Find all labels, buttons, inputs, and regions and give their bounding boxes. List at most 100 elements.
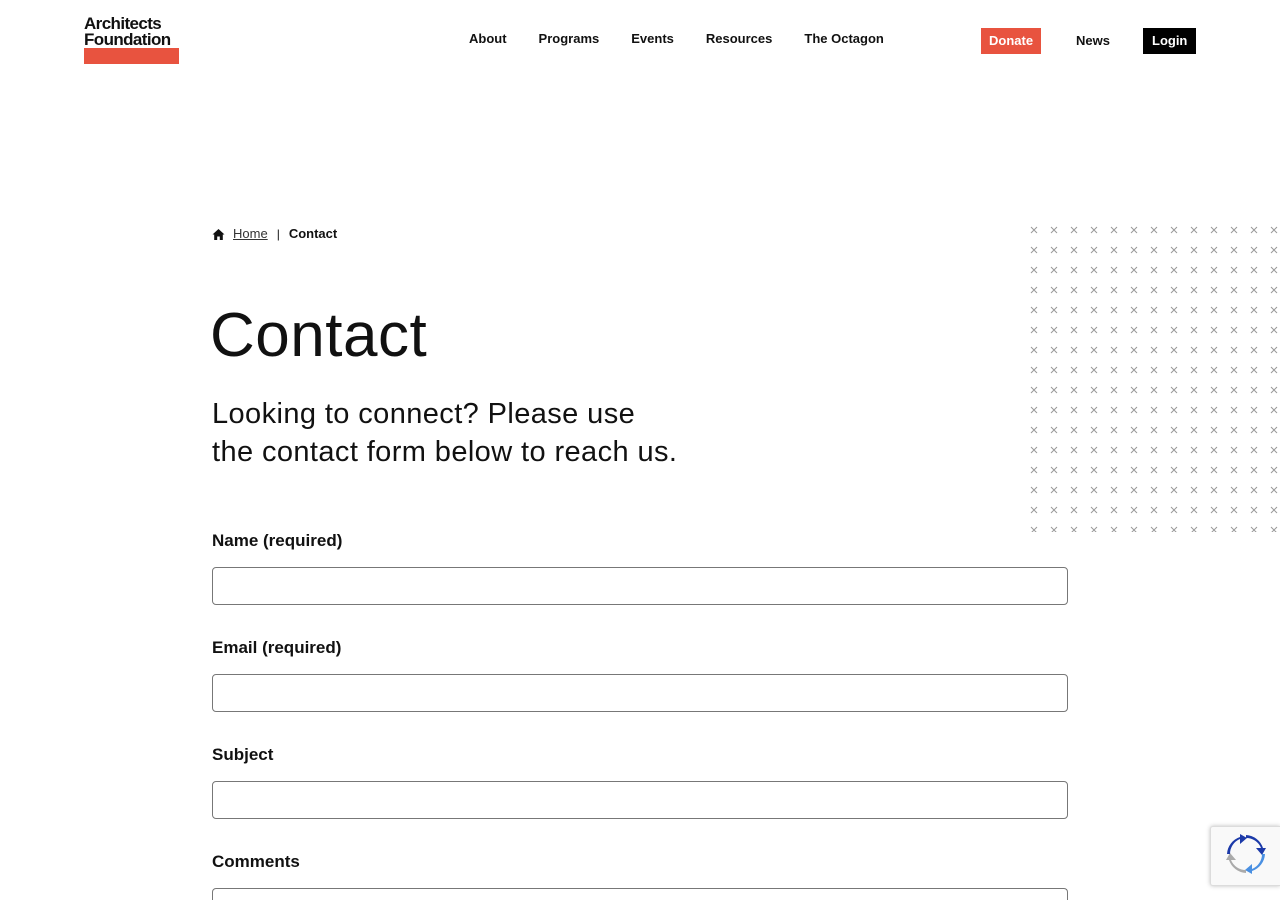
pattern-cross — [1050, 486, 1058, 494]
pattern-cross — [1090, 486, 1098, 494]
pattern-cross — [1090, 366, 1098, 374]
pattern-cross — [1090, 526, 1098, 532]
pattern-cross — [1190, 466, 1198, 474]
pattern-cross — [1050, 366, 1058, 374]
recaptcha-badge[interactable] — [1210, 826, 1280, 886]
pattern-cross — [1250, 346, 1258, 354]
pattern-cross — [1250, 506, 1258, 514]
pattern-cross — [1050, 346, 1058, 354]
name-label: Name (required) — [212, 531, 343, 550]
pattern-cross — [1190, 246, 1198, 254]
pattern-cross — [1230, 406, 1238, 414]
pattern-cross — [1270, 306, 1278, 314]
intro-line-2: the contact form below to reach us. — [212, 436, 678, 468]
pattern-cross — [1270, 446, 1278, 454]
pattern-cross — [1190, 286, 1198, 294]
main-nav: About Programs Events Resources The Octa… — [469, 31, 884, 47]
nav-about[interactable]: About — [469, 31, 507, 47]
pattern-cross — [1130, 386, 1138, 394]
pattern-cross — [1030, 486, 1038, 494]
pattern-cross — [1210, 526, 1218, 532]
pattern-cross — [1070, 266, 1078, 274]
pattern-cross — [1130, 346, 1138, 354]
pattern-cross — [1190, 226, 1198, 234]
pattern-cross — [1250, 386, 1258, 394]
pattern-cross — [1110, 286, 1118, 294]
pattern-cross — [1030, 446, 1038, 454]
pattern-cross — [1090, 446, 1098, 454]
email-input[interactable] — [212, 674, 1068, 712]
site-logo[interactable]: Architects Foundation — [84, 15, 179, 64]
pattern-cross — [1250, 306, 1258, 314]
name-input[interactable] — [212, 567, 1068, 605]
pattern-cross — [1270, 466, 1278, 474]
pattern-cross — [1050, 406, 1058, 414]
pattern-cross — [1110, 426, 1118, 434]
nav-the-octagon[interactable]: The Octagon — [804, 31, 883, 47]
breadcrumb-home-link[interactable]: Home — [233, 225, 268, 243]
pattern-cross — [1070, 386, 1078, 394]
pattern-cross — [1270, 406, 1278, 414]
pattern-cross — [1110, 306, 1118, 314]
pattern-cross — [1230, 506, 1238, 514]
pattern-cross — [1250, 466, 1258, 474]
nav-events[interactable]: Events — [631, 31, 674, 47]
pattern-cross — [1090, 346, 1098, 354]
pattern-cross — [1090, 386, 1098, 394]
pattern-cross — [1230, 346, 1238, 354]
pattern-cross — [1270, 286, 1278, 294]
pattern-cross — [1110, 346, 1118, 354]
pattern-cross — [1030, 406, 1038, 414]
pattern-cross — [1270, 326, 1278, 334]
pattern-cross — [1170, 326, 1178, 334]
pattern-cross — [1070, 446, 1078, 454]
home-icon[interactable] — [212, 228, 225, 241]
pattern-cross — [1070, 526, 1078, 532]
pattern-cross — [1270, 366, 1278, 374]
pattern-cross — [1190, 446, 1198, 454]
pattern-cross — [1230, 326, 1238, 334]
pattern-cross — [1110, 386, 1118, 394]
pattern-cross — [1170, 526, 1178, 532]
news-link[interactable]: News — [1076, 33, 1110, 49]
pattern-cross — [1230, 466, 1238, 474]
pattern-cross — [1050, 426, 1058, 434]
pattern-cross — [1250, 226, 1258, 234]
pattern-cross — [1230, 526, 1238, 532]
pattern-cross — [1070, 486, 1078, 494]
pattern-cross — [1270, 226, 1278, 234]
pattern-cross — [1110, 266, 1118, 274]
intro-text: Looking to connect? Please use the conta… — [212, 395, 772, 471]
pattern-cross — [1210, 506, 1218, 514]
pattern-cross — [1110, 326, 1118, 334]
pattern-cross — [1110, 446, 1118, 454]
subject-input[interactable] — [212, 781, 1068, 819]
pattern-cross — [1090, 226, 1098, 234]
pattern-cross — [1130, 306, 1138, 314]
pattern-cross — [1030, 226, 1038, 234]
pattern-cross — [1230, 266, 1238, 274]
pattern-cross — [1150, 366, 1158, 374]
pattern-cross — [1230, 286, 1238, 294]
nav-programs[interactable]: Programs — [539, 31, 600, 47]
pattern-cross — [1050, 266, 1058, 274]
pattern-cross — [1170, 246, 1178, 254]
pattern-cross — [1190, 366, 1198, 374]
pattern-cross — [1170, 346, 1178, 354]
comments-textarea[interactable] — [212, 888, 1068, 900]
login-button[interactable]: Login — [1143, 28, 1197, 54]
pattern-cross — [1210, 266, 1218, 274]
pattern-cross — [1270, 526, 1278, 532]
pattern-cross — [1190, 306, 1198, 314]
donate-button[interactable]: Donate — [981, 28, 1042, 54]
pattern-cross — [1190, 526, 1198, 532]
decorative-cross-pattern — [1027, 222, 1280, 532]
pattern-cross — [1090, 246, 1098, 254]
nav-resources[interactable]: Resources — [706, 31, 772, 47]
pattern-cross — [1030, 466, 1038, 474]
pattern-cross — [1090, 286, 1098, 294]
pattern-cross — [1070, 466, 1078, 474]
pattern-cross — [1090, 466, 1098, 474]
pattern-cross — [1050, 446, 1058, 454]
pattern-cross — [1250, 266, 1258, 274]
